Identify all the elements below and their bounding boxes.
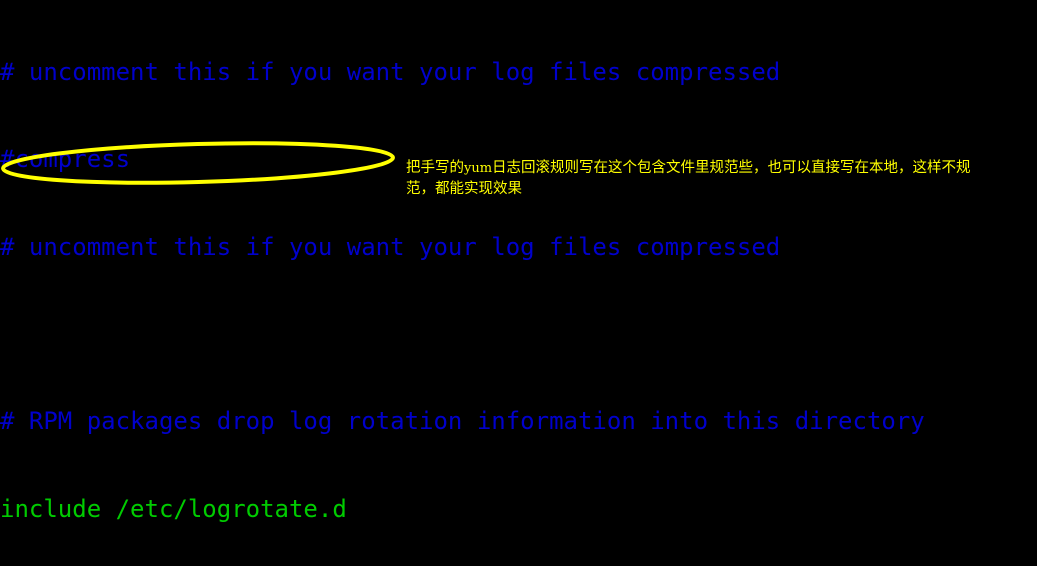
annotation-text: 把手写的yum日志回滚规则写在这个包含文件里规范些，也可以直接写在本地，这样不规… <box>406 158 1037 199</box>
annotation-line1-suffix: 日志回滚规则写在这个包含文件里规范些，也可以直接写在本地，这样不规 <box>492 160 971 176</box>
annotation-line1-prefix: 把手写的 <box>406 160 464 176</box>
code-line: # uncomment this if you want your log fi… <box>0 58 781 87</box>
annotation-line1-keyword: yum <box>464 161 493 176</box>
code-line: # uncomment this if you want your log fi… <box>0 232 781 261</box>
code-line: # RPM packages drop log rotation informa… <box>0 407 925 436</box>
code-line-include: include /etc/logrotate.d <box>0 494 347 523</box>
terminal-screen: # uncomment this if you want your log fi… <box>0 0 1037 566</box>
annotation-line2: 范，都能实现效果 <box>406 181 522 197</box>
terminal-text-area[interactable]: # uncomment this if you want your log fi… <box>0 0 1037 566</box>
